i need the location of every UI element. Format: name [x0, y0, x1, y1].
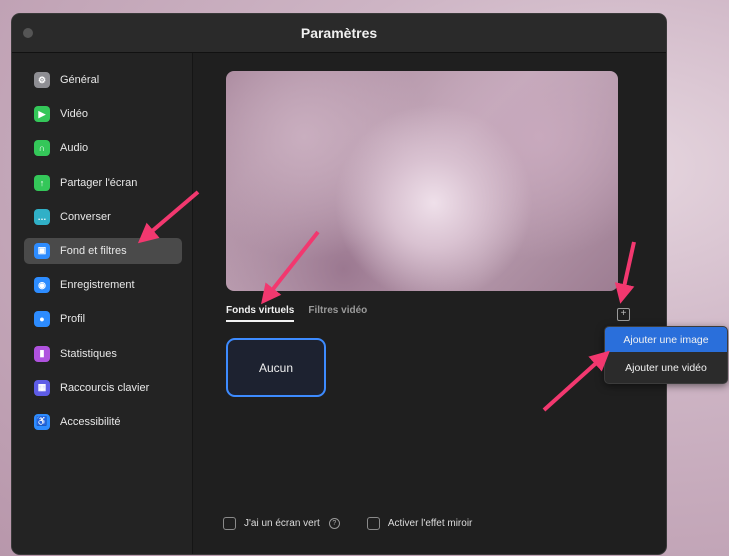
- background-none-option[interactable]: Aucun: [226, 338, 326, 397]
- background-settings-panel: Fonds virtuels Filtres vidéo + Aucun J'a…: [193, 53, 666, 554]
- profile-icon: ●: [34, 311, 50, 328]
- settings-sidebar: ⚙ Général ▶ Vidéo ∩ Audio ↑ Partager l'écran … Co…: [12, 53, 193, 554]
- settings-window: Paramètres ⚙ Général ▶ Vidéo ∩ Audio ↑ Partager…: [12, 14, 666, 554]
- green-screen-label: J'ai un écran vert: [244, 518, 320, 529]
- video-preview: [226, 71, 618, 291]
- sidebar-item-label: Vidéo: [60, 108, 88, 121]
- tab-video-filters[interactable]: Filtres vidéo: [308, 305, 367, 322]
- sidebar-nav: ⚙ Général ▶ Vidéo ∩ Audio ↑ Partager l'écran … Co…: [24, 67, 182, 443]
- sidebar-item-label: Partager l'écran: [60, 176, 138, 189]
- sidebar-item-video-camera[interactable]: ▶ Vidéo: [24, 101, 182, 127]
- sidebar-item-statistics[interactable]: ▮ Statistiques: [24, 341, 182, 367]
- record-icon: ◉: [34, 277, 50, 294]
- share-screen-icon: ↑: [34, 174, 50, 191]
- headphones-icon: ∩: [34, 140, 50, 157]
- background-tabs: Fonds virtuels Filtres vidéo: [226, 305, 367, 322]
- add-background-button[interactable]: +: [617, 308, 630, 321]
- sidebar-item-keyboard[interactable]: ▦ Raccourcis clavier: [24, 375, 182, 401]
- sidebar-item-label: Audio: [60, 142, 89, 155]
- sidebar-item-label: Général: [60, 74, 100, 86]
- gear-icon: ⚙: [34, 72, 50, 88]
- title-bar: Paramètres: [12, 14, 666, 53]
- sidebar-item-record[interactable]: ◉ Enregistrement: [24, 272, 182, 298]
- sidebar-item-background[interactable]: ▣ Fond et filtres: [24, 237, 182, 264]
- statistics-icon: ▮: [34, 345, 50, 362]
- video-camera-icon: ▶: [34, 106, 50, 123]
- sidebar-item-label: Fond et filtres: [60, 244, 127, 257]
- accessibility-icon: ♿: [34, 413, 50, 430]
- mirror-label: Activer l'effet miroir: [387, 518, 473, 529]
- sidebar-item-label: Converser: [60, 210, 111, 223]
- background-options: J'ai un écran vert ? Activer l'effet mir…: [223, 517, 472, 530]
- sidebar-item-gear[interactable]: ⚙ Général: [24, 67, 182, 93]
- sidebar-item-accessibility[interactable]: ♿ Accessibilité: [24, 409, 182, 435]
- green-screen-checkbox[interactable]: [223, 517, 236, 530]
- window-title: Paramètres: [300, 25, 378, 41]
- menu-item-add-image[interactable]: Ajouter une image: [605, 327, 727, 352]
- sidebar-item-label: Accessibilité: [60, 415, 121, 428]
- sidebar-item-label: Enregistrement: [60, 279, 135, 292]
- keyboard-icon: ▦: [34, 379, 50, 396]
- sidebar-item-label: Statistiques: [60, 347, 117, 360]
- background-icon: ▣: [34, 242, 50, 259]
- sidebar-item-chat[interactable]: … Converser: [24, 204, 182, 230]
- menu-item-add-video[interactable]: Ajouter une vidéo: [605, 355, 727, 380]
- sidebar-item-headphones[interactable]: ∩ Audio: [24, 135, 182, 161]
- add-background-menu: Ajouter une image Ajouter une vidéo: [604, 326, 728, 384]
- sidebar-item-label: Profil: [60, 313, 86, 326]
- mirror-checkbox[interactable]: [366, 517, 380, 530]
- sidebar-item-profile[interactable]: ● Profil: [24, 306, 182, 332]
- help-icon[interactable]: ?: [328, 518, 340, 529]
- tab-virtual-backgrounds[interactable]: Fonds virtuels: [226, 305, 295, 322]
- sidebar-item-label: Raccourcis clavier: [60, 381, 150, 394]
- sidebar-item-share-screen[interactable]: ↑ Partager l'écran: [24, 170, 182, 196]
- chat-icon: …: [34, 208, 50, 225]
